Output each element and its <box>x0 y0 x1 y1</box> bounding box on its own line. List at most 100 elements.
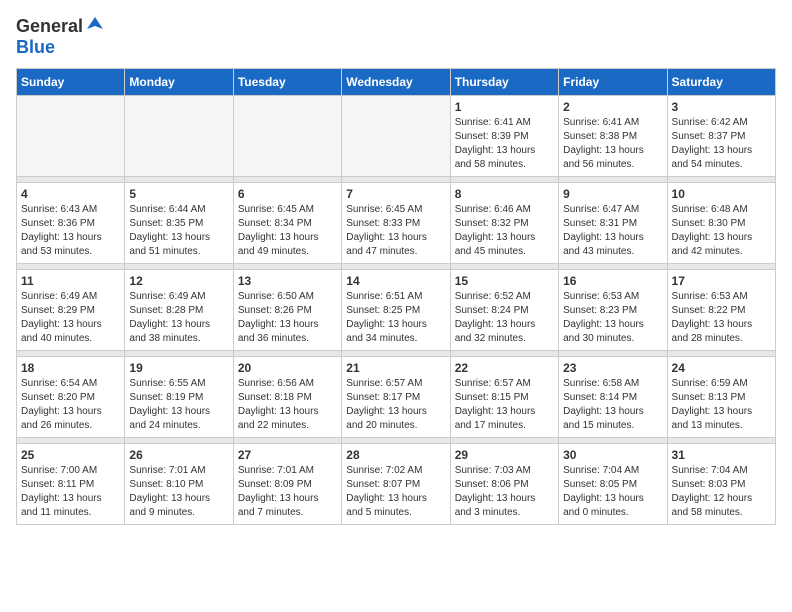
day-number: 30 <box>563 448 662 462</box>
day-detail: Sunrise: 6:45 AMSunset: 8:34 PMDaylight:… <box>238 203 337 259</box>
day-cell: 19 Sunrise: 6:55 AMSunset: 8:19 PMDayligh… <box>125 357 233 438</box>
day-cell: 4 Sunrise: 6:43 AMSunset: 8:36 PMDaylight… <box>17 183 125 264</box>
day-detail: Sunrise: 6:53 AMSunset: 8:23 PMDaylight:… <box>563 290 662 346</box>
week-row-3: 11 Sunrise: 6:49 AMSunset: 8:29 PMDayligh… <box>17 270 776 351</box>
day-detail: Sunrise: 6:41 AMSunset: 8:38 PMDaylight:… <box>563 116 662 172</box>
week-row-4: 18 Sunrise: 6:54 AMSunset: 8:20 PMDayligh… <box>17 357 776 438</box>
day-detail: Sunrise: 6:48 AMSunset: 8:30 PMDaylight:… <box>672 203 771 259</box>
day-number: 27 <box>238 448 337 462</box>
day-cell: 31 Sunrise: 7:04 AMSunset: 8:03 PMDayligh… <box>667 444 775 525</box>
day-cell: 7 Sunrise: 6:45 AMSunset: 8:33 PMDaylight… <box>342 183 450 264</box>
day-number: 28 <box>346 448 445 462</box>
day-cell <box>125 96 233 177</box>
day-detail: Sunrise: 7:04 AMSunset: 8:05 PMDaylight:… <box>563 464 662 520</box>
day-number: 24 <box>672 361 771 375</box>
day-detail: Sunrise: 6:47 AMSunset: 8:31 PMDaylight:… <box>563 203 662 259</box>
day-cell: 6 Sunrise: 6:45 AMSunset: 8:34 PMDaylight… <box>233 183 341 264</box>
day-number: 19 <box>129 361 228 375</box>
day-number: 22 <box>455 361 554 375</box>
weekday-header-wednesday: Wednesday <box>342 69 450 96</box>
day-cell: 30 Sunrise: 7:04 AMSunset: 8:05 PMDayligh… <box>559 444 667 525</box>
day-cell: 27 Sunrise: 7:01 AMSunset: 8:09 PMDayligh… <box>233 444 341 525</box>
day-detail: Sunrise: 7:01 AMSunset: 8:09 PMDaylight:… <box>238 464 337 520</box>
day-number: 18 <box>21 361 120 375</box>
day-cell: 21 Sunrise: 6:57 AMSunset: 8:17 PMDayligh… <box>342 357 450 438</box>
day-number: 1 <box>455 100 554 114</box>
week-row-5: 25 Sunrise: 7:00 AMSunset: 8:11 PMDayligh… <box>17 444 776 525</box>
day-number: 29 <box>455 448 554 462</box>
day-detail: Sunrise: 6:42 AMSunset: 8:37 PMDaylight:… <box>672 116 771 172</box>
calendar-table: SundayMondayTuesdayWednesdayThursdayFrid… <box>16 68 776 525</box>
day-cell: 10 Sunrise: 6:48 AMSunset: 8:30 PMDayligh… <box>667 183 775 264</box>
weekday-header-monday: Monday <box>125 69 233 96</box>
day-cell: 12 Sunrise: 6:49 AMSunset: 8:28 PMDayligh… <box>125 270 233 351</box>
week-row-1: 1Sunrise: 6:41 AMSunset: 8:39 PMDaylight… <box>17 96 776 177</box>
day-cell: 2 Sunrise: 6:41 AMSunset: 8:38 PMDaylight… <box>559 96 667 177</box>
day-cell: 8 Sunrise: 6:46 AMSunset: 8:32 PMDaylight… <box>450 183 558 264</box>
day-number: 26 <box>129 448 228 462</box>
day-cell: 26Sunrise: 7:01 AMSunset: 8:10 PMDayligh… <box>125 444 233 525</box>
day-cell: 28Sunrise: 7:02 AMSunset: 8:07 PMDayligh… <box>342 444 450 525</box>
day-detail: Sunrise: 6:50 AMSunset: 8:26 PMDaylight:… <box>238 290 337 346</box>
day-cell: 13 Sunrise: 6:50 AMSunset: 8:26 PMDayligh… <box>233 270 341 351</box>
day-detail: Sunrise: 6:54 AMSunset: 8:20 PMDaylight:… <box>21 377 120 433</box>
day-cell: 29 Sunrise: 7:03 AMSunset: 8:06 PMDayligh… <box>450 444 558 525</box>
day-detail: Sunrise: 6:45 AMSunset: 8:33 PMDaylight:… <box>346 203 445 259</box>
day-cell: 22 Sunrise: 6:57 AMSunset: 8:15 PMDayligh… <box>450 357 558 438</box>
day-cell: 11 Sunrise: 6:49 AMSunset: 8:29 PMDayligh… <box>17 270 125 351</box>
weekday-header-thursday: Thursday <box>450 69 558 96</box>
day-detail: Sunrise: 6:57 AMSunset: 8:17 PMDaylight:… <box>346 377 445 433</box>
day-number: 13 <box>238 274 337 288</box>
logo-general-text: General <box>16 16 83 37</box>
day-number: 4 <box>21 187 120 201</box>
day-cell <box>342 96 450 177</box>
day-number: 8 <box>455 187 554 201</box>
day-detail: Sunrise: 6:43 AMSunset: 8:36 PMDaylight:… <box>21 203 120 259</box>
day-number: 2 <box>563 100 662 114</box>
day-number: 31 <box>672 448 771 462</box>
weekday-header-row: SundayMondayTuesdayWednesdayThursdayFrid… <box>17 69 776 96</box>
day-detail: Sunrise: 6:57 AMSunset: 8:15 PMDaylight:… <box>455 377 554 433</box>
logo-blue-text: Blue <box>16 37 55 57</box>
day-number: 9 <box>563 187 662 201</box>
day-detail: Sunrise: 6:58 AMSunset: 8:14 PMDaylight:… <box>563 377 662 433</box>
day-number: 25 <box>21 448 120 462</box>
day-number: 10 <box>672 187 771 201</box>
day-detail: Sunrise: 6:44 AMSunset: 8:35 PMDaylight:… <box>129 203 228 259</box>
logo-bird-icon <box>85 15 105 35</box>
day-detail: Sunrise: 6:49 AMSunset: 8:28 PMDaylight:… <box>129 290 228 346</box>
day-cell: 17 Sunrise: 6:53 AMSunset: 8:22 PMDayligh… <box>667 270 775 351</box>
day-cell <box>17 96 125 177</box>
header: General Blue <box>16 16 776 58</box>
day-number: 14 <box>346 274 445 288</box>
day-number: 15 <box>455 274 554 288</box>
day-detail: Sunrise: 7:03 AMSunset: 8:06 PMDaylight:… <box>455 464 554 520</box>
day-number: 7 <box>346 187 445 201</box>
day-cell: 18 Sunrise: 6:54 AMSunset: 8:20 PMDayligh… <box>17 357 125 438</box>
day-detail: Sunrise: 7:04 AMSunset: 8:03 PMDaylight:… <box>672 464 771 520</box>
day-number: 11 <box>21 274 120 288</box>
day-detail: Sunrise: 6:46 AMSunset: 8:32 PMDaylight:… <box>455 203 554 259</box>
weekday-header-sunday: Sunday <box>17 69 125 96</box>
day-number: 5 <box>129 187 228 201</box>
day-detail: Sunrise: 7:00 AMSunset: 8:11 PMDaylight:… <box>21 464 120 520</box>
day-cell: 25 Sunrise: 7:00 AMSunset: 8:11 PMDayligh… <box>17 444 125 525</box>
day-detail: Sunrise: 6:53 AMSunset: 8:22 PMDaylight:… <box>672 290 771 346</box>
day-cell: 23Sunrise: 6:58 AMSunset: 8:14 PMDayligh… <box>559 357 667 438</box>
logo: General Blue <box>16 16 105 58</box>
day-detail: Sunrise: 6:51 AMSunset: 8:25 PMDaylight:… <box>346 290 445 346</box>
day-cell: 15Sunrise: 6:52 AMSunset: 8:24 PMDayligh… <box>450 270 558 351</box>
day-number: 21 <box>346 361 445 375</box>
day-number: 6 <box>238 187 337 201</box>
day-detail: Sunrise: 6:49 AMSunset: 8:29 PMDaylight:… <box>21 290 120 346</box>
day-cell: 3 Sunrise: 6:42 AMSunset: 8:37 PMDaylight… <box>667 96 775 177</box>
weekday-header-saturday: Saturday <box>667 69 775 96</box>
day-cell <box>233 96 341 177</box>
day-number: 3 <box>672 100 771 114</box>
day-detail: Sunrise: 6:56 AMSunset: 8:18 PMDaylight:… <box>238 377 337 433</box>
day-cell: 16Sunrise: 6:53 AMSunset: 8:23 PMDayligh… <box>559 270 667 351</box>
day-detail: Sunrise: 6:55 AMSunset: 8:19 PMDaylight:… <box>129 377 228 433</box>
day-number: 12 <box>129 274 228 288</box>
day-number: 17 <box>672 274 771 288</box>
day-cell: 1Sunrise: 6:41 AMSunset: 8:39 PMDaylight… <box>450 96 558 177</box>
